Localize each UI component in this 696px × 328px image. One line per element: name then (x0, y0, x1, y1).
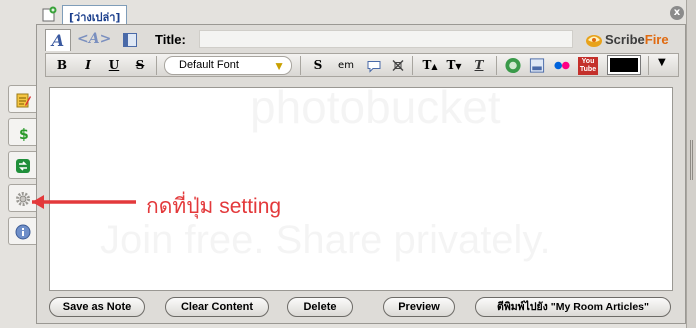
side-tab-editor[interactable] (8, 85, 36, 113)
resize-splitter[interactable] (686, 0, 696, 328)
arrow-up-icon: ▲ (431, 61, 438, 71)
side-tab-monetize[interactable]: $ (8, 118, 36, 146)
watermark-tagline: Join free. Share privately. (100, 218, 551, 263)
title-row: A <A> Title: ScribeFire (45, 29, 677, 51)
brand-fire: Fire (644, 32, 669, 47)
annotation-text: กดที่ปุ่ม setting (146, 195, 282, 218)
document-tabbar: [ว่างเปล่า] x (36, 4, 686, 24)
title-input[interactable] (199, 30, 573, 48)
html-mode-tab[interactable]: <A> (77, 31, 111, 47)
toolbar-divider (496, 56, 497, 75)
action-button-row: Save as Note Clear Content Delete Previe… (49, 297, 675, 319)
scribefire-window: [ว่างเปล่า] x $ A <A> Title: ScribeFire … (0, 0, 696, 328)
preview-mode-icon[interactable] (123, 33, 137, 47)
side-tab-publish[interactable] (8, 151, 36, 179)
annotation-arrow-icon (32, 195, 136, 209)
info-icon (15, 224, 31, 240)
preview-button[interactable]: Preview (383, 297, 455, 317)
side-tab-strip: $ (4, 85, 36, 245)
visual-mode-tab[interactable]: A (45, 29, 71, 51)
gear-icon (16, 192, 30, 206)
toolbar-divider (300, 56, 301, 75)
youtube-label-bottom: Tube (579, 66, 597, 73)
dollar-icon: $ (19, 127, 29, 141)
emphasis-button[interactable]: em (336, 57, 356, 74)
link-icon[interactable] (390, 57, 406, 74)
notepad-icon (16, 93, 31, 108)
format-toolbar: B I U S Default Font ▼ S em T▲ T▼ T You … (45, 53, 679, 77)
close-icon[interactable]: x (670, 6, 684, 20)
text-smaller-button[interactable]: T▼ (444, 57, 464, 74)
scribefire-logo-icon (586, 35, 602, 47)
text-bigger-button[interactable]: T▲ (420, 57, 440, 74)
publish-button[interactable]: ตีพิมพ์ไปยัง "My Room Articles" (475, 297, 671, 317)
publish-icon (16, 159, 30, 173)
content-editor[interactable]: photobucket Join free. Share privately. (49, 81, 673, 291)
arrow-down-icon: ▼ (455, 61, 462, 71)
insert-image-icon[interactable] (504, 57, 522, 74)
underline-button[interactable]: U (106, 57, 122, 74)
font-select-value: Default Font (179, 59, 239, 71)
flickr-icon[interactable] (552, 57, 572, 74)
splitter-grip[interactable] (690, 140, 693, 180)
toolbar-divider (648, 56, 649, 75)
side-tab-about[interactable] (8, 217, 36, 245)
blockquote-icon[interactable] (366, 57, 382, 74)
editor-panel: A <A> Title: ScribeFire B I U S Default (36, 24, 686, 324)
watermark-logo: photobucket (250, 80, 501, 134)
youtube-label-top: You (581, 58, 595, 65)
new-document-icon[interactable] (41, 6, 57, 22)
svg-text:$: $ (19, 127, 29, 141)
strikethrough-button[interactable]: S (132, 57, 148, 74)
brand-scribe: Scribe (605, 32, 645, 47)
font-select-arrow-icon: ▼ (273, 59, 285, 73)
delete-button[interactable]: Delete (287, 297, 353, 317)
toolbar-divider (412, 56, 413, 75)
toolbar-more-icon[interactable]: ▼ (658, 57, 666, 68)
insert-media-icon[interactable] (528, 57, 546, 74)
clear-format-button[interactable]: T (470, 57, 488, 74)
toolbar-divider (156, 56, 157, 75)
title-label: Title: (155, 32, 186, 47)
spellcheck-button[interactable]: S (310, 57, 326, 74)
bold-button[interactable]: B (54, 57, 70, 74)
font-family-select[interactable]: Default Font ▼ (164, 56, 292, 75)
youtube-icon[interactable]: You Tube (578, 57, 598, 75)
save-as-note-button[interactable]: Save as Note (49, 297, 145, 317)
document-tab[interactable]: [ว่างเปล่า] (62, 5, 128, 24)
text-color-swatch[interactable] (607, 55, 641, 75)
italic-button[interactable]: I (80, 57, 96, 74)
clear-content-button[interactable]: Clear Content (165, 297, 269, 317)
scribefire-wordmark: ScribeFire (605, 32, 669, 47)
